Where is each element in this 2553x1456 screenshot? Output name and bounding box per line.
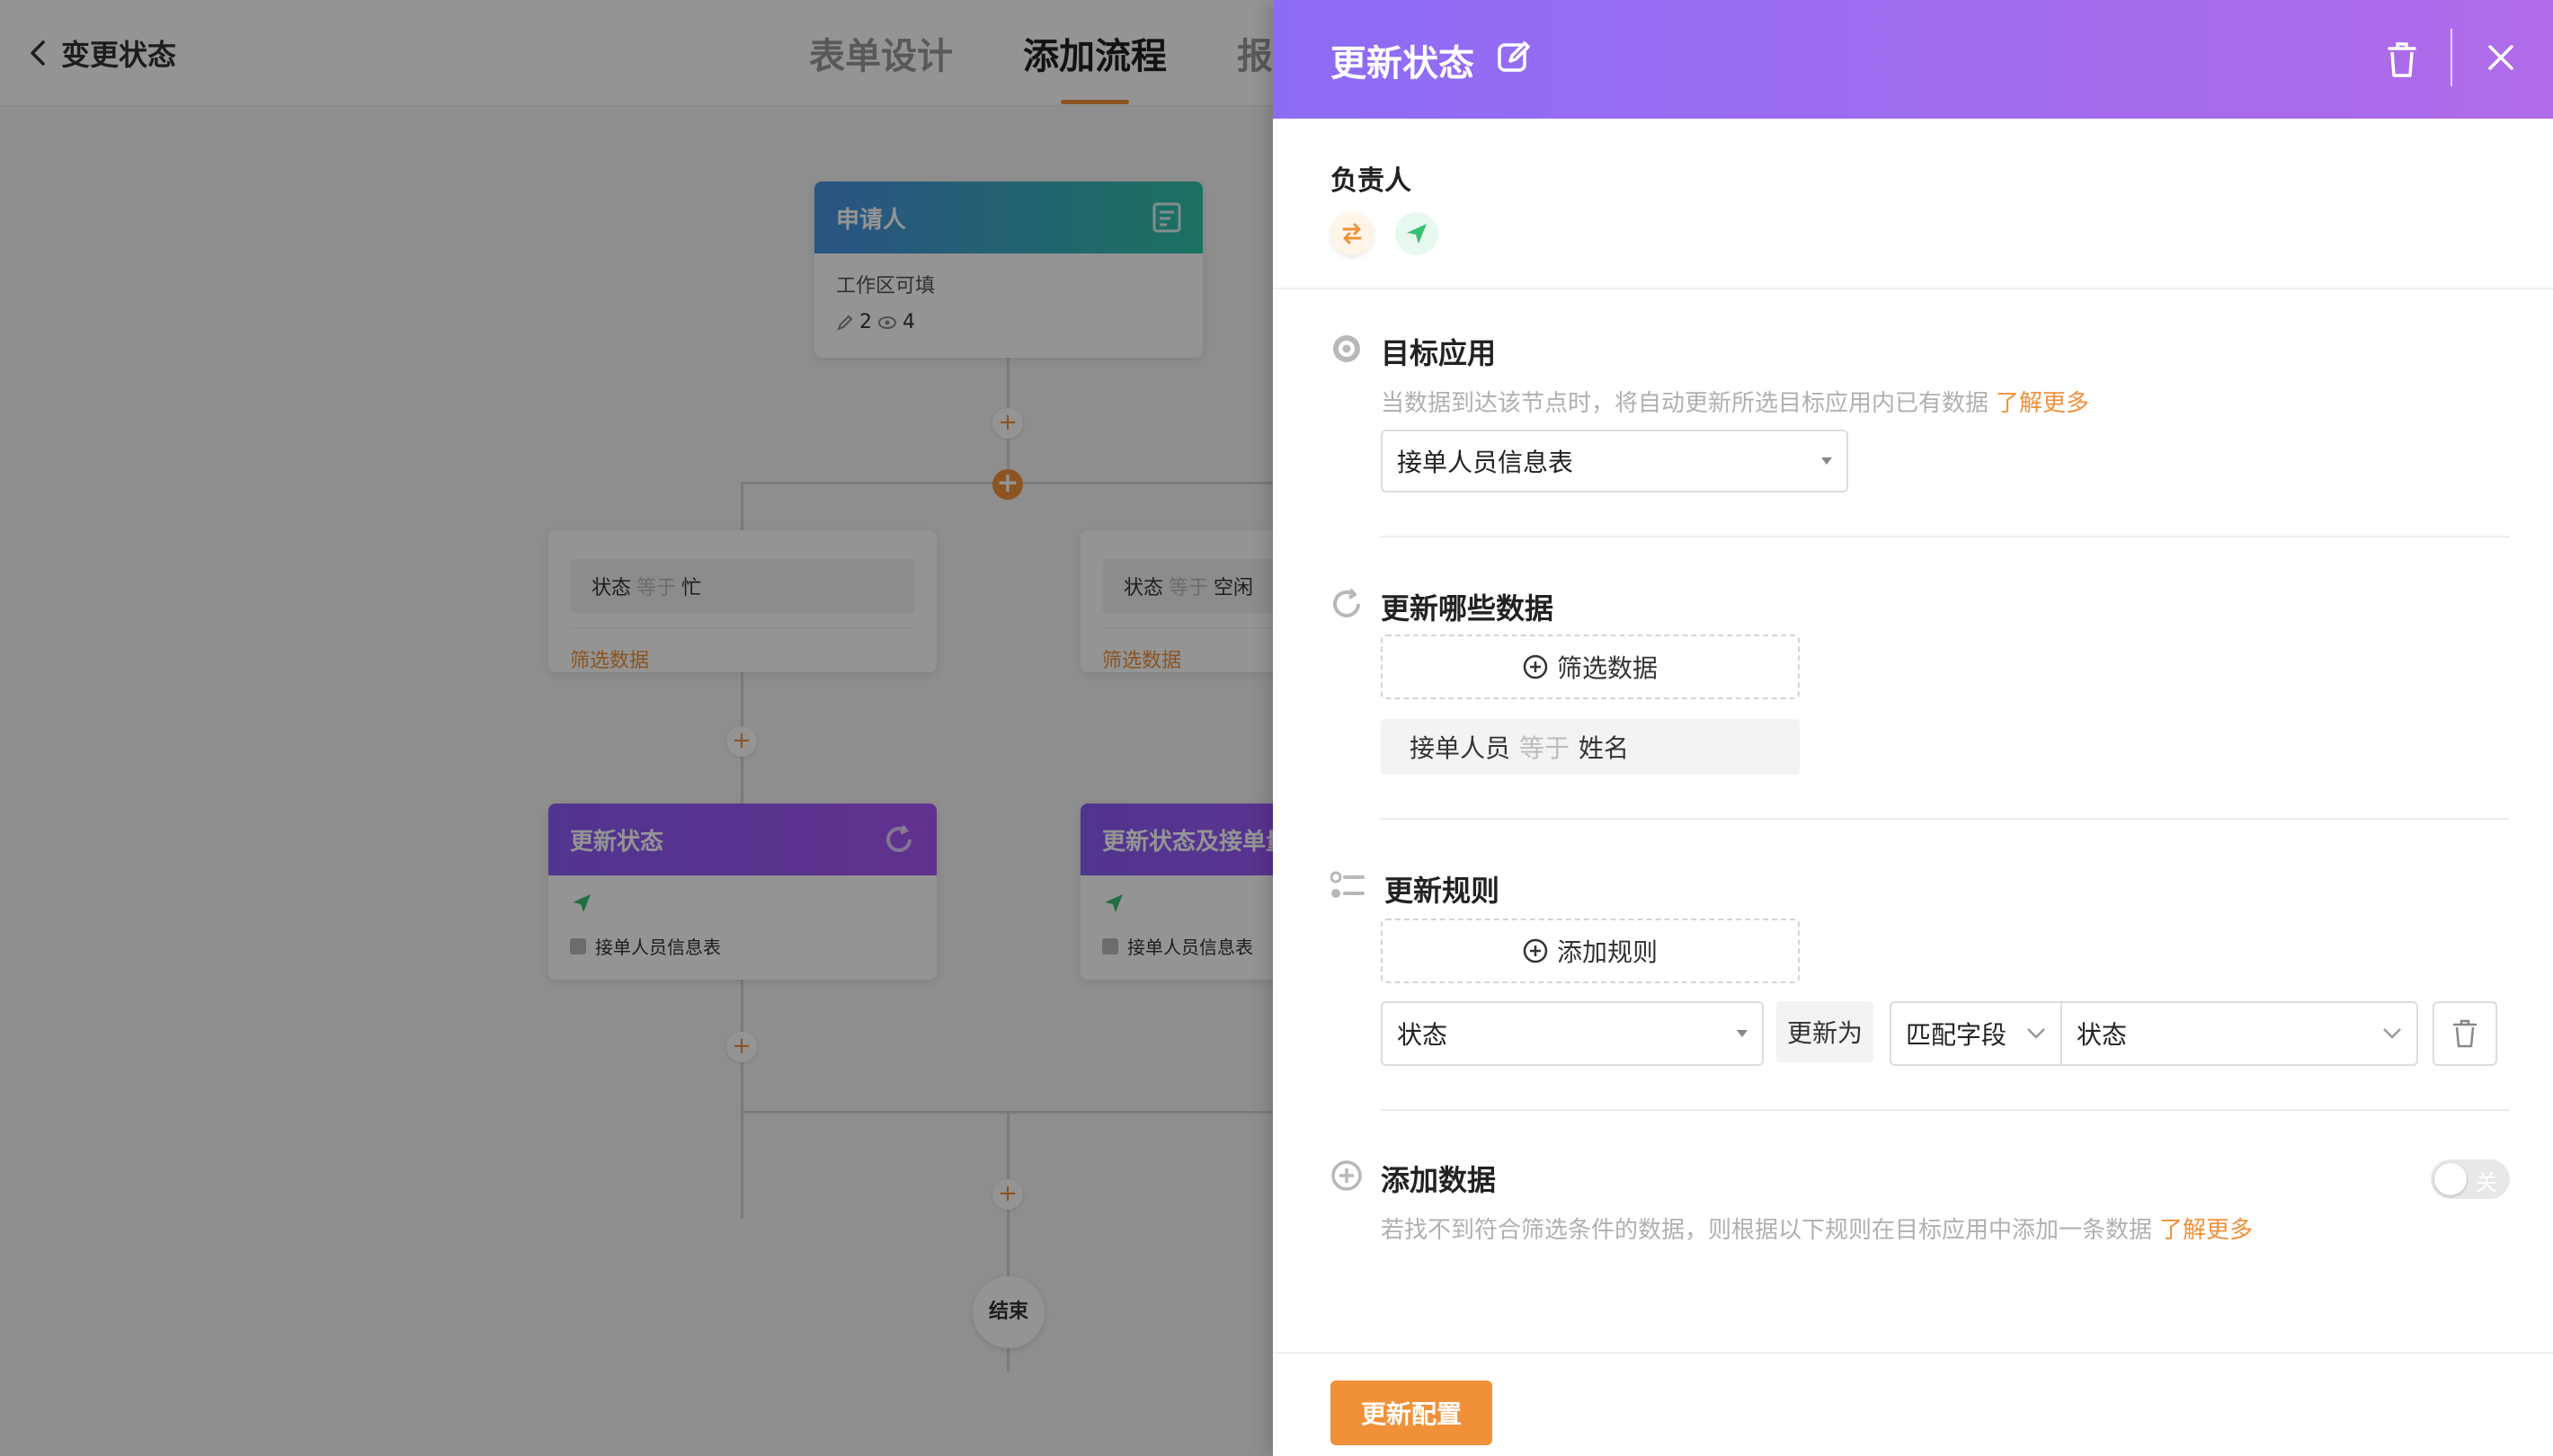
rule-mode-select[interactable]: 匹配字段 [1890, 1001, 2062, 1066]
send-icon[interactable] [1395, 212, 1438, 255]
target-app-select[interactable]: 接单人员信息表 [1381, 430, 1848, 493]
edit-icon[interactable] [1496, 40, 1532, 75]
divider [1381, 818, 2510, 820]
caret-down-icon [1737, 1030, 1748, 1037]
target-app-value: 接单人员信息表 [1397, 448, 1574, 477]
rule-target-field-value: 状态 [2077, 1020, 2128, 1050]
node-config-drawer: 更新状态 负责人 目标应用 当数据到达该节点时，将自动更新所选目标应用内已有数据… [1273, 0, 2553, 1456]
rule-target-field-select[interactable]: 状态 [2060, 1001, 2418, 1066]
toggle-knob [2434, 1163, 2467, 1195]
header-divider [2451, 29, 2452, 86]
owner-label: 负责人 [1330, 165, 1411, 197]
target-app-desc-text: 当数据到达该节点时，将自动更新所选目标应用内已有数据 [1381, 390, 1989, 417]
filter-operator: 等于 [1519, 733, 1570, 763]
trash-icon [2452, 1019, 2477, 1048]
divider [1381, 1109, 2510, 1111]
target-app-title: 目标应用 [1381, 336, 1497, 370]
chevron-down-icon [2383, 1028, 2401, 1039]
add-data-toggle[interactable]: 关 [2431, 1159, 2510, 1199]
add-data-desc-text: 若找不到符合筛选条件的数据，则根据以下规则在目标应用中添加一条数据 [1381, 1217, 2153, 1244]
filter-data-button[interactable]: 筛选数据 [1381, 635, 1800, 699]
toggle-label: 关 [2476, 1170, 2497, 1195]
update-config-button[interactable]: 更新配置 [1330, 1381, 1492, 1445]
modal-overlay[interactable] [0, 0, 1273, 1456]
update-to-label: 更新为 [1776, 1001, 1873, 1062]
chevron-down-icon [2027, 1028, 2045, 1039]
swap-icon[interactable] [1330, 212, 1374, 255]
divider [1381, 536, 2510, 537]
divider [1273, 288, 2553, 289]
drawer-title: 更新状态 [1330, 43, 1474, 84]
rule-field-select[interactable]: 状态 [1381, 1001, 1764, 1066]
plus-circle-icon [1331, 1160, 1362, 1191]
update-rules-title: 更新规则 [1384, 874, 1500, 908]
trash-icon[interactable] [2384, 40, 2420, 79]
filter-field: 接单人员 [1410, 733, 1511, 763]
rule-mode-value: 匹配字段 [1906, 1020, 2007, 1050]
plus-circle-icon [1523, 938, 1548, 963]
add-data-title: 添加数据 [1381, 1163, 1497, 1197]
add-rule-label: 添加规则 [1556, 937, 1658, 967]
plus-circle-icon [1523, 654, 1548, 679]
learn-more-link[interactable]: 了解更多 [1996, 390, 2089, 417]
owner-section: 负责人 [1330, 158, 1438, 255]
target-icon [1333, 335, 1360, 362]
refresh-icon [1333, 588, 1360, 617]
rule-field-value: 状态 [1397, 1020, 1448, 1050]
add-data-desc: 若找不到符合筛选条件的数据，则根据以下规则在目标应用中添加一条数据 了解更多 [1381, 1212, 2253, 1245]
list-icon [1330, 871, 1365, 898]
drawer-header: 更新状态 [1273, 0, 2553, 119]
drawer-footer: 更新配置 [1273, 1352, 2553, 1456]
update-which-title: 更新哪些数据 [1381, 591, 1554, 626]
filter-condition: 接单人员 等于 姓名 [1381, 719, 1800, 775]
filter-data-label: 筛选数据 [1556, 653, 1658, 683]
filter-value: 姓名 [1579, 733, 1630, 763]
caret-down-icon [1821, 457, 1832, 465]
target-app-desc: 当数据到达该节点时，将自动更新所选目标应用内已有数据 了解更多 [1381, 385, 2089, 418]
learn-more-link[interactable]: 了解更多 [2159, 1217, 2253, 1244]
add-rule-button[interactable]: 添加规则 [1381, 919, 1800, 983]
close-icon[interactable] [2483, 40, 2519, 75]
delete-rule-button[interactable] [2433, 1001, 2497, 1066]
